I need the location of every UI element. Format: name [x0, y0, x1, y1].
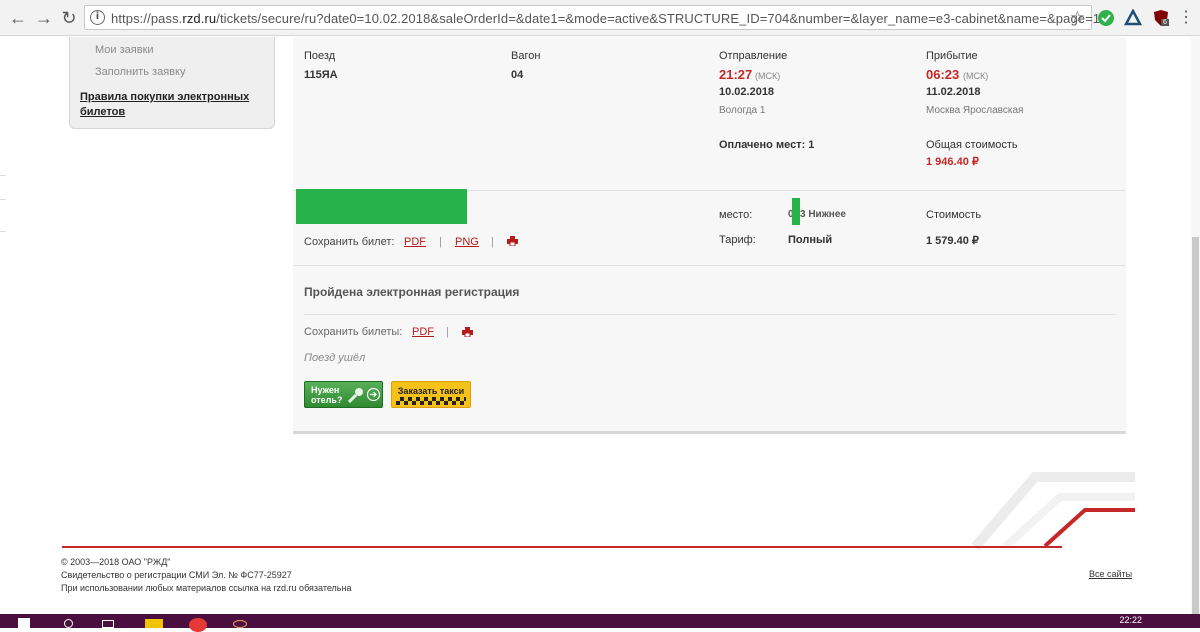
- train-number: 115ЯА: [304, 69, 338, 81]
- drive-extension-icon[interactable]: [1124, 9, 1142, 27]
- ublock-extension-icon[interactable]: [1152, 9, 1170, 27]
- car-number: 04: [511, 69, 524, 81]
- divider: [304, 314, 1116, 315]
- footer-certificate: Свидетельство о регистрации СМИ Эл. № ФС…: [61, 570, 292, 580]
- purchase-rules-link[interactable]: Правила покупки электронных билетов: [80, 90, 260, 120]
- train-label: Поезд: [304, 50, 336, 62]
- file-explorer-icon[interactable]: [145, 619, 163, 628]
- chrome-app-icon[interactable]: [189, 618, 207, 632]
- print-icon[interactable]: [462, 327, 473, 337]
- reload-icon[interactable]: ↻: [59, 8, 79, 28]
- arrival-label: Прибытие: [926, 50, 978, 62]
- check-extension-icon[interactable]: [1097, 9, 1115, 27]
- all-sites-link[interactable]: Все сайты: [1089, 569, 1132, 579]
- search-icon[interactable]: [64, 619, 73, 628]
- car-label: Вагон: [511, 50, 541, 62]
- browser-toolbar: ← → ↻ i https://pass.rzd.ru/tickets/secu…: [0, 0, 1200, 36]
- checker-pattern: [396, 397, 466, 405]
- seat-label: место:: [719, 209, 753, 221]
- scrollbar-thumb[interactable]: [1192, 237, 1199, 614]
- departure-time: 21:27: [719, 67, 753, 82]
- address-bar[interactable]: i https://pass.rzd.ru/tickets/secure/ru?…: [84, 5, 1100, 30]
- arrival-time: 06:23: [926, 67, 960, 82]
- train-departed-note: Поезд ушёл: [304, 352, 366, 364]
- menu-item-fill-order[interactable]: Заполнить заявку: [95, 66, 185, 78]
- arrival-date: 11.02.2018: [926, 86, 981, 98]
- save-tickets-pdf-link[interactable]: PDF: [412, 326, 434, 338]
- order-taxi-button[interactable]: Заказать такси: [391, 381, 471, 408]
- rzd-swoosh-graphic: [971, 472, 1135, 551]
- save-pdf-link[interactable]: PDF: [404, 236, 426, 248]
- page-scrollbar[interactable]: [1191, 37, 1200, 614]
- arrival-timezone: (МСК): [963, 71, 989, 81]
- departure-label: Отправление: [719, 50, 788, 62]
- os-taskbar: 22:22: [0, 614, 1200, 632]
- footer-divider: [62, 546, 1062, 548]
- registration-title: Пройдена электронная регистрация: [304, 285, 520, 299]
- hotel-button[interactable]: Нужен отель?: [304, 381, 383, 408]
- bookmark-star-icon[interactable]: ☆: [1070, 8, 1085, 28]
- separator: |: [439, 236, 442, 248]
- print-icon[interactable]: [507, 236, 518, 246]
- page-content: Мои заявки Заполнить заявку Правила поку…: [0, 37, 1200, 614]
- app-icon[interactable]: [233, 620, 247, 628]
- key-icon: [347, 388, 363, 404]
- separator: |: [446, 326, 449, 338]
- hotel-button-line2: отель?: [311, 395, 343, 405]
- windows-start-icon[interactable]: [18, 618, 30, 628]
- order-card: Поезд 115ЯА Вагон 04 Отправление 21:27 (…: [293, 37, 1126, 434]
- url-text[interactable]: https://pass.rzd.ru/tickets/secure/ru?da…: [111, 11, 1100, 26]
- extension-badge: 6: [1163, 19, 1167, 26]
- task-view-icon[interactable]: [102, 620, 114, 628]
- total-cost-value: 1 946.40 ₽: [926, 156, 979, 168]
- side-menu: Мои заявки Заполнить заявку Правила поку…: [69, 37, 275, 129]
- forward-arrow-icon[interactable]: →: [34, 8, 54, 28]
- separator: |: [491, 236, 494, 248]
- cost-label: Стоимость: [926, 209, 982, 221]
- taskbar-clock: 22:22: [1119, 615, 1142, 625]
- tariff-label: Тариф:: [719, 234, 756, 246]
- departure-date: 10.02.2018: [719, 86, 775, 98]
- seat-number: 3 Нижнее: [800, 209, 846, 220]
- paid-seats: Оплачено мест: 1: [719, 139, 815, 151]
- tariff-value: Полный: [788, 234, 833, 246]
- ticket-cost: 1 579.40 ₽: [926, 235, 979, 247]
- save-png-link[interactable]: PNG: [455, 236, 479, 248]
- footer-copyright: © 2003—2018 ОАО "РЖД": [61, 557, 171, 567]
- footer-notice: При использовании любых материалов ссылк…: [61, 583, 352, 593]
- total-cost-label: Общая стоимость: [926, 139, 1018, 151]
- save-ticket-label: Сохранить билет:: [304, 236, 395, 248]
- left-edge-line: [0, 199, 6, 200]
- taxi-button-label: Заказать такси: [397, 386, 465, 396]
- arrow-right-icon: [367, 388, 380, 401]
- arrival-station: Москва Ярославская: [926, 105, 1024, 116]
- divider: [293, 265, 1126, 266]
- menu-item-my-orders[interactable]: Мои заявки: [95, 44, 154, 56]
- menu-icon[interactable]: ⋮: [1176, 8, 1196, 28]
- departure-station: Вологда 1: [719, 105, 766, 116]
- save-tickets-label: Сохранить билеты:: [304, 326, 403, 338]
- hotel-button-line1: Нужен: [311, 385, 340, 395]
- departure-timezone: (МСК): [755, 71, 781, 81]
- back-arrow-icon[interactable]: ←: [8, 8, 28, 28]
- left-edge-line: [0, 175, 6, 176]
- site-info-icon[interactable]: i: [90, 10, 105, 25]
- seat-marker: [792, 198, 800, 225]
- left-edge-line: [0, 231, 6, 232]
- ticket-barcode-block: [296, 189, 467, 224]
